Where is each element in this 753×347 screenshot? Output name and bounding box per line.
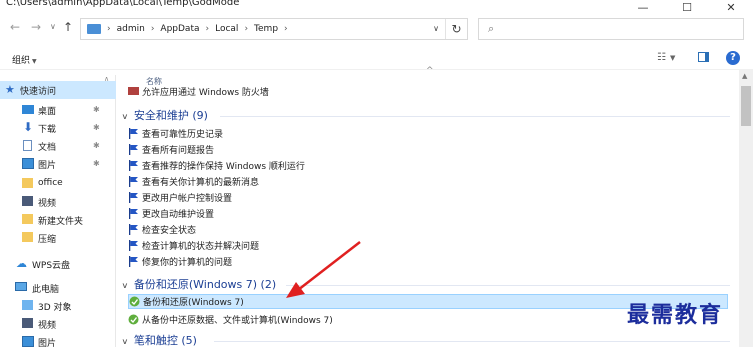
watermark: 最需教育: [627, 302, 724, 328]
annotation-arrow: [286, 241, 361, 298]
arrow-head: [286, 282, 305, 298]
arrow-shaft: [297, 241, 361, 291]
